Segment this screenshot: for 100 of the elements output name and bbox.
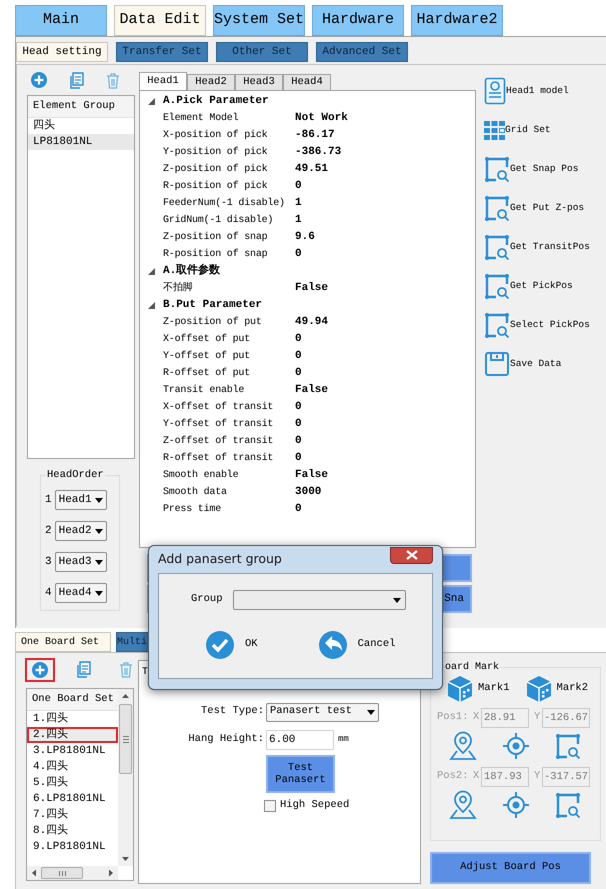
property-grid[interactable] (139, 90, 476, 548)
main-tab[interactable]: Main (15, 5, 107, 36)
side-button[interactable]: Save Data (484, 350, 590, 378)
target-button[interactable] (502, 732, 530, 760)
property-value[interactable]: 0 (293, 399, 302, 416)
bottom-tab[interactable]: Multi (116, 632, 148, 652)
collapse-icon[interactable] (148, 98, 155, 105)
side-button[interactable]: Get Put Z-pos (484, 194, 590, 222)
mark-button[interactable]: Mark1 (447, 675, 510, 703)
dialog-title: Add panasert group (158, 550, 282, 568)
collapse-icon[interactable] (148, 302, 155, 309)
property-value[interactable]: 0 (293, 348, 302, 365)
property-value[interactable]: 0 (293, 331, 302, 348)
locate-button[interactable] (449, 731, 477, 761)
order-number: 4 (45, 586, 52, 601)
main-tab[interactable]: Hardware2 (411, 5, 503, 36)
side-button[interactable]: Select PickPos (484, 311, 590, 339)
property-value[interactable]: -86.17 (293, 127, 335, 144)
head-dropdown[interactable]: Head1 (54, 490, 107, 510)
element-group-list[interactable]: Element Group 四头 LP81801NL (27, 95, 135, 459)
test-type-dropdown[interactable]: Panasert test (266, 702, 379, 722)
property-value[interactable]: 0 (293, 246, 302, 263)
mark-button[interactable]: Mark2 (526, 675, 588, 703)
locate-button[interactable] (449, 790, 477, 820)
property-label: X-offset of put (163, 332, 252, 347)
close-button[interactable] (390, 546, 433, 564)
adjust-board-pos-button[interactable]: Adjust Board Pos (430, 852, 591, 884)
property-value[interactable]: 49.94 (293, 314, 328, 331)
delete-button[interactable] (119, 661, 133, 678)
caret-icon (392, 598, 401, 602)
frame-search-icon (555, 792, 581, 818)
vertical-scrollbar[interactable] (118, 689, 133, 866)
list-item[interactable]: 1.四头 (27, 711, 118, 727)
side-button[interactable]: Get PickPos (484, 272, 590, 300)
property-value[interactable]: 49.51 (293, 161, 328, 178)
property-value[interactable]: -386.73 (293, 144, 342, 161)
property-value[interactable]: 0 (293, 450, 302, 467)
sub-tab[interactable]: Transfer Set (116, 42, 208, 62)
list-item[interactable]: 5.四头 (27, 775, 118, 791)
sub-tab[interactable]: Advanced Set (316, 42, 408, 62)
property-value[interactable]: 0 (293, 178, 302, 195)
cancel-button[interactable]: Cancel (318, 630, 396, 660)
board-list[interactable]: One Board Set 1.四头 2.四头 3.LP81801NL 4.四头 5.四头 6.LP81801NL 7.四头 8.四头 9.LP81801NL (26, 688, 134, 881)
property-value[interactable]: 9.6 (293, 229, 315, 246)
add-button[interactable] (30, 71, 48, 89)
property-label: FeederNum(-1 disable) (163, 196, 286, 211)
property-value[interactable]: 0 (293, 433, 302, 450)
side-button[interactable]: Get Snap Pos (484, 155, 590, 183)
head-tab[interactable]: Head2 (187, 74, 235, 90)
property-label: Element Model (163, 112, 240, 126)
head-dropdown[interactable]: Head4 (54, 583, 107, 603)
property-value[interactable]: 0 (293, 501, 302, 518)
list-item[interactable]: 9.LP81801NL (27, 839, 118, 855)
list-item[interactable]: LP81801NL (28, 134, 134, 150)
head-dropdown[interactable]: Head3 (54, 552, 107, 572)
test-panasert-button[interactable]: Test Panasert (266, 755, 335, 793)
add-button[interactable] (25, 658, 55, 682)
delete-button[interactable] (106, 72, 120, 88)
head-tab[interactable]: Head3 (235, 74, 283, 90)
sub-tab[interactable]: Head setting (16, 42, 108, 62)
list-item[interactable]: 2.四头 (27, 727, 118, 743)
property-value[interactable]: False (293, 280, 328, 297)
list-item[interactable]: 8.四头 (27, 823, 118, 839)
main-tab[interactable]: System Set (213, 5, 305, 36)
list-item[interactable]: 7.四头 (27, 807, 118, 823)
list-item[interactable]: 3.LP81801NL (27, 743, 118, 759)
property-value[interactable]: 1 (293, 212, 302, 229)
hang-height-field[interactable]: 6.00 (266, 730, 334, 750)
high-speed-checkbox[interactable]: High Sepeed (264, 798, 350, 814)
horizontal-scrollbar[interactable] (27, 866, 118, 880)
list-item[interactable]: 4.四头 (27, 759, 118, 775)
head-tab[interactable]: Head4 (283, 74, 331, 90)
section-title: B.Put Parameter (163, 298, 262, 314)
property-value[interactable]: 0 (293, 365, 302, 382)
head-dropdown[interactable]: Head2 (54, 521, 107, 541)
main-tab[interactable]: Data Edit (114, 5, 206, 36)
capture-button[interactable] (555, 792, 581, 818)
list-item[interactable]: 6.LP81801NL (27, 791, 118, 807)
property-value[interactable]: False (293, 467, 328, 484)
copy-button[interactable] (77, 661, 91, 678)
property-value[interactable]: False (293, 382, 328, 399)
head-tab[interactable]: Head1 (139, 72, 187, 90)
copy-button[interactable] (70, 72, 84, 88)
side-button[interactable]: Head1 model (484, 77, 590, 105)
group-dropdown[interactable] (232, 590, 406, 610)
bottom-tab[interactable]: One Board Set (15, 632, 111, 652)
collapse-icon[interactable] (148, 268, 155, 275)
property-value[interactable]: 1 (293, 195, 302, 212)
capture-button[interactable] (555, 732, 581, 760)
target-button[interactable] (502, 791, 530, 819)
side-button[interactable]: Grid Set (484, 116, 590, 144)
property-value[interactable]: 3000 (293, 484, 322, 501)
grid-icon (484, 120, 505, 140)
property-value[interactable]: 0 (293, 416, 302, 433)
sub-tab[interactable]: Other Set (216, 42, 308, 62)
map-pin-icon (449, 790, 477, 820)
main-tab[interactable]: Hardware (312, 5, 404, 36)
property-value[interactable]: Not Work (293, 110, 348, 127)
ok-button[interactable]: OK (205, 630, 258, 660)
side-button[interactable]: Get TransitPos (484, 233, 590, 261)
